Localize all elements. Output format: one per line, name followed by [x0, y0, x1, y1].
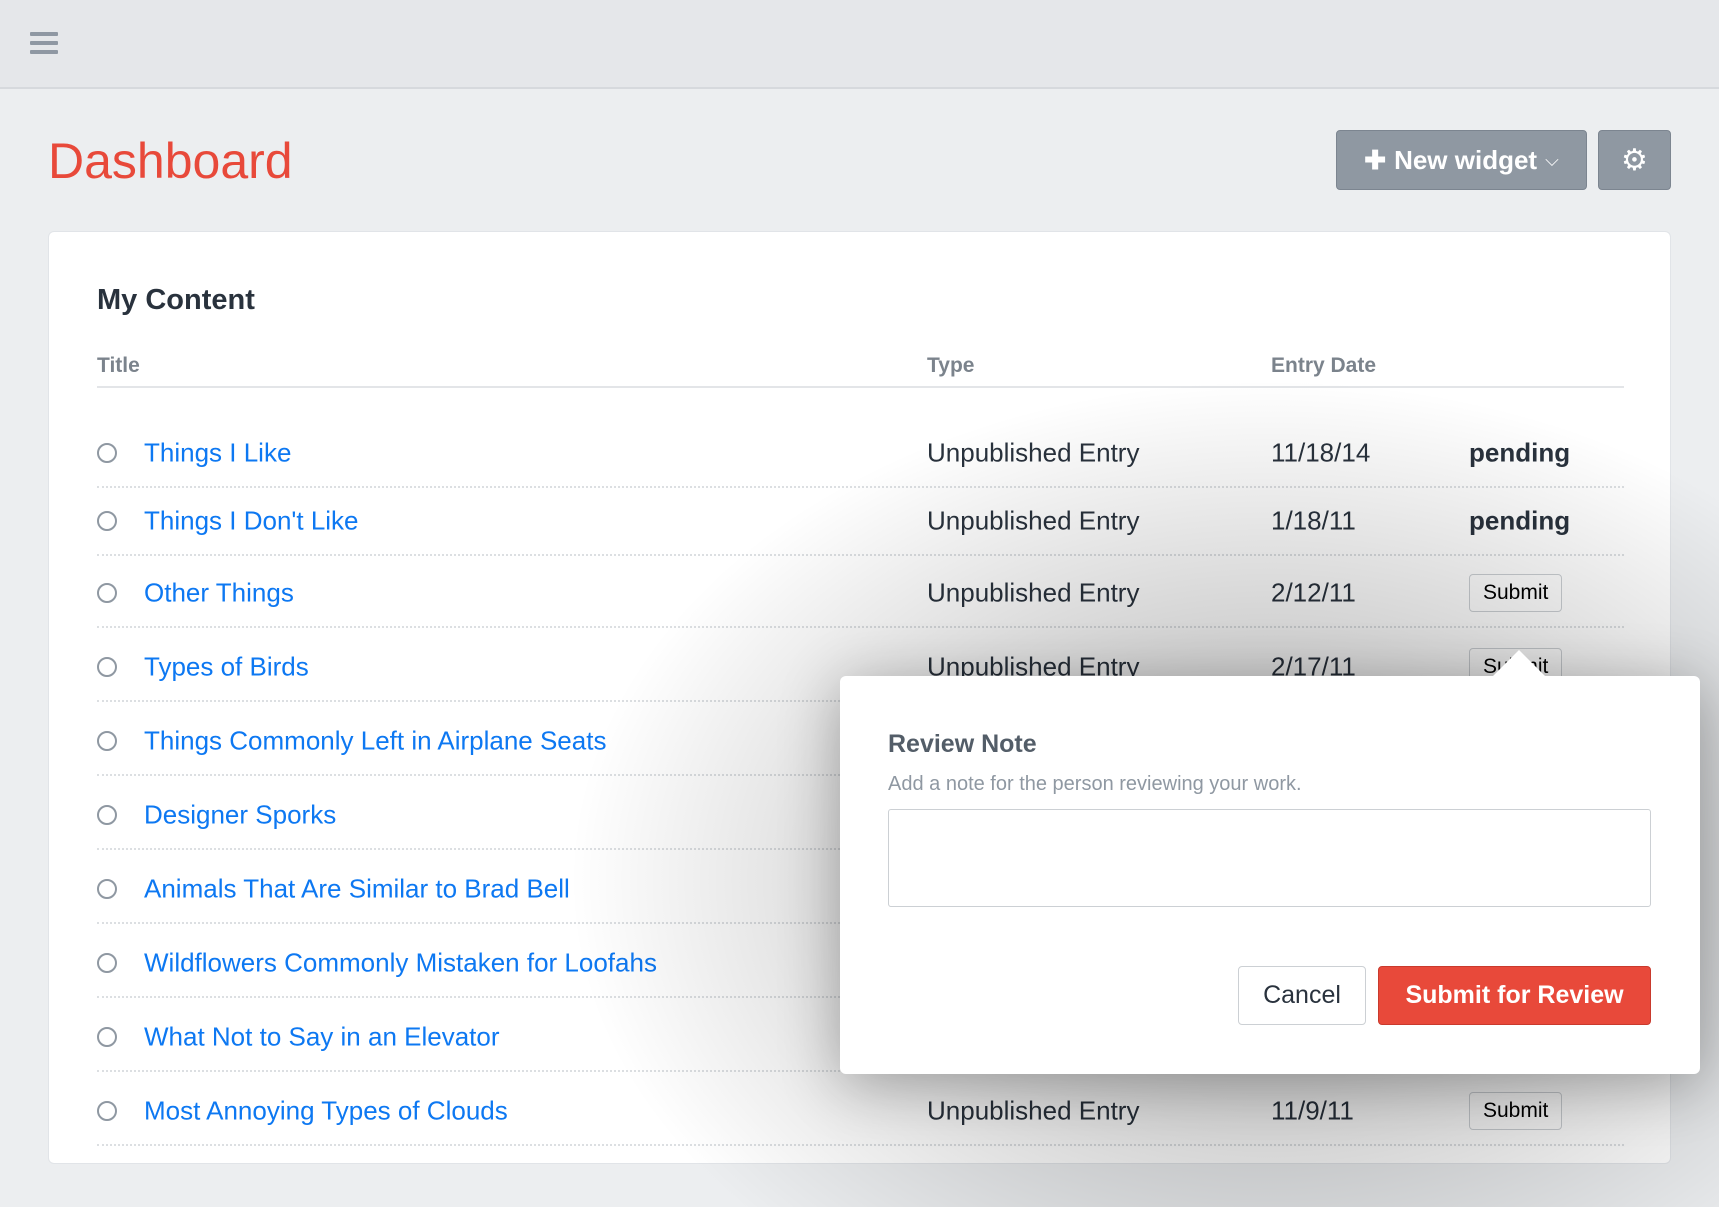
entry-type: Unpublished Entry — [927, 437, 1140, 468]
entry-type: Unpublished Entry — [927, 505, 1140, 536]
top-bar — [0, 0, 1719, 89]
status-badge: pending — [1469, 505, 1571, 536]
entry-title-link[interactable]: Things I Like — [144, 438, 291, 469]
column-type: Type — [927, 354, 975, 377]
hamburger-icon[interactable] — [30, 32, 58, 56]
row-radio[interactable] — [97, 1027, 117, 1047]
popover-arrow — [1493, 650, 1545, 676]
widget-title: My Content — [97, 284, 255, 316]
table-header: Title Type Entry Date — [97, 354, 1624, 388]
entry-title-link[interactable]: What Not to Say in an Elevator — [144, 1022, 500, 1053]
entry-title-link[interactable]: Designer Sporks — [144, 800, 336, 831]
row-radio[interactable] — [97, 511, 117, 531]
row-radio[interactable] — [97, 879, 117, 899]
review-note-popover: Review Note Add a note for the person re… — [840, 650, 1700, 1074]
plus-icon: ✚ — [1364, 144, 1387, 175]
status-badge: pending — [1469, 437, 1571, 468]
popover-hint: Add a note for the person reviewing your… — [888, 773, 1302, 795]
row-radio[interactable] — [97, 805, 117, 825]
row-radio[interactable] — [97, 1101, 117, 1121]
entry-title-link[interactable]: Things Commonly Left in Airplane Seats — [144, 726, 606, 757]
new-widget-label: New widget — [1394, 144, 1538, 175]
popover-title: Review Note — [888, 730, 1037, 758]
entry-type: Unpublished Entry — [927, 577, 1140, 608]
submit-for-review-button[interactable]: Submit for Review — [1378, 966, 1651, 1025]
column-title: Title — [97, 354, 140, 377]
table-row: Most Annoying Types of Clouds Unpublished… — [97, 1078, 1624, 1146]
settings-button[interactable]: ⚙ — [1598, 130, 1671, 190]
chevron-down-icon: ⌵ — [1545, 149, 1559, 170]
entry-date: 1/18/11 — [1271, 505, 1356, 536]
review-note-input[interactable] — [888, 809, 1651, 907]
entry-title-link[interactable]: Most Annoying Types of Clouds — [144, 1096, 508, 1127]
row-radio[interactable] — [97, 953, 117, 973]
row-radio[interactable] — [97, 443, 117, 463]
entry-title-link[interactable]: Other Things — [144, 578, 294, 609]
row-radio[interactable] — [97, 657, 117, 677]
entry-title-link[interactable]: Wildflowers Commonly Mistaken for Loofah… — [144, 948, 657, 979]
entry-title-link[interactable]: Animals That Are Similar to Brad Bell — [144, 874, 570, 905]
submit-button[interactable]: Submit — [1469, 1092, 1563, 1130]
new-widget-button[interactable]: ✚ New widget ⌵ — [1336, 130, 1587, 190]
entry-title-link[interactable]: Things I Don't Like — [144, 506, 359, 537]
table-row: Things I Like Unpublished Entry 11/18/14 p… — [97, 420, 1624, 488]
table-row: Things I Don't Like Unpublished Entry 1/1… — [97, 488, 1624, 556]
page-title: Dashboard — [48, 133, 293, 189]
entry-date: 11/9/11 — [1271, 1095, 1354, 1126]
submit-button[interactable]: Submit — [1469, 574, 1563, 612]
cancel-button[interactable]: Cancel — [1238, 966, 1366, 1025]
entry-title-link[interactable]: Types of Birds — [144, 652, 309, 683]
column-entry-date: Entry Date — [1271, 354, 1377, 377]
row-radio[interactable] — [97, 583, 117, 603]
entry-date: 11/18/14 — [1271, 437, 1371, 468]
entry-date: 2/12/11 — [1271, 577, 1356, 608]
table-row: Other Things Unpublished Entry 2/12/11 Sub… — [97, 560, 1624, 628]
entry-type: Unpublished Entry — [927, 1095, 1140, 1126]
gear-icon: ⚙ — [1621, 143, 1648, 177]
row-radio[interactable] — [97, 731, 117, 751]
